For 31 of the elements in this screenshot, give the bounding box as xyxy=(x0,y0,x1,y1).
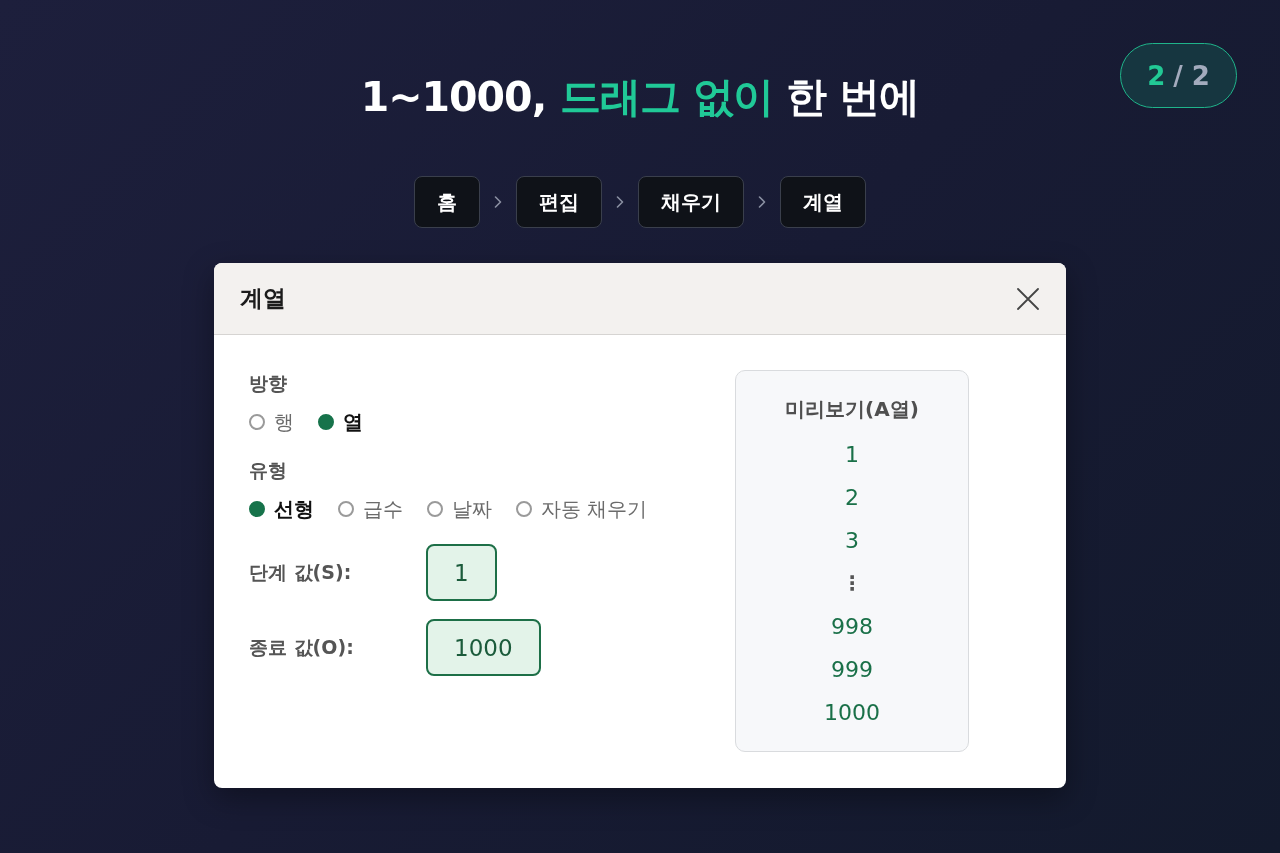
vertical-ellipsis: ⋮ xyxy=(842,570,862,597)
radio-option[interactable]: 날짜 xyxy=(427,496,492,522)
value-field[interactable]: 1 xyxy=(426,544,497,601)
page-indicator: 2 / 2 xyxy=(1120,43,1237,108)
group-label: 유형 xyxy=(249,458,287,483)
breadcrumb-item: 계열 xyxy=(780,176,866,228)
group-label: 방향 xyxy=(249,371,287,396)
radio-option[interactable]: 급수 xyxy=(338,496,403,522)
dialog-title: 계열 xyxy=(240,284,286,313)
radio-option[interactable]: 자동 채우기 xyxy=(516,496,648,522)
radio-option[interactable]: 열 xyxy=(318,409,363,435)
page-title: 1~1000, 드래그 없이 한 번에 xyxy=(360,72,920,123)
breadcrumb-item: 홈 xyxy=(414,176,480,228)
preview-value: 999 xyxy=(831,656,873,684)
radio-option[interactable]: 선형 xyxy=(249,496,314,522)
chevron-right-icon xyxy=(494,196,502,208)
preview-value: 1000 xyxy=(824,699,880,727)
value-field[interactable]: 1000 xyxy=(426,619,541,676)
preview-value: 2 xyxy=(845,484,859,512)
preview-value: 1 xyxy=(845,441,859,469)
preview-title: 미리보기(A열) xyxy=(785,396,919,422)
preview-value: 998 xyxy=(831,613,873,641)
radio-option[interactable]: 행 xyxy=(249,409,294,435)
breadcrumb-item: 편집 xyxy=(516,176,602,228)
close-icon xyxy=(1017,287,1039,310)
breadcrumb-item: 채우기 xyxy=(638,176,744,228)
field-label: 단계 값(S): xyxy=(249,559,352,585)
preview-value: 3 xyxy=(845,527,859,555)
chevron-right-icon xyxy=(758,196,766,208)
chevron-right-icon xyxy=(616,196,624,208)
field-label: 종료 값(O): xyxy=(249,634,354,660)
